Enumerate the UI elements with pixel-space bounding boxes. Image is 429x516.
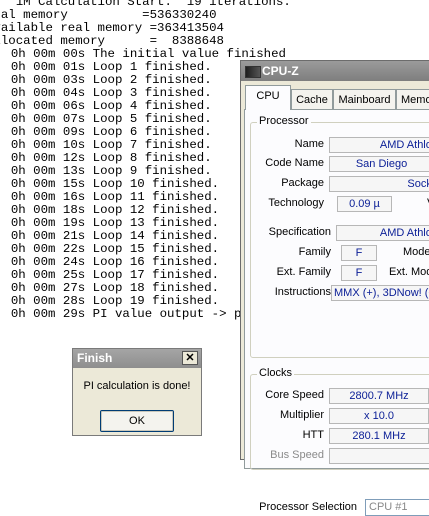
instructions-label: Instructions	[274, 286, 331, 298]
core-speed-field: 2800.7 MHz	[329, 388, 429, 404]
core-speed-label: Core Speed	[265, 389, 324, 401]
cpuz-window: CPU-Z CPU Cache Mainboard Memory Process…	[240, 60, 429, 516]
close-icon[interactable]: ✕	[182, 351, 198, 365]
model-label: Mode	[403, 246, 429, 258]
finish-message: PI calculation is done!	[83, 380, 191, 392]
htt-field: 280.1 MHz	[329, 428, 429, 444]
processor-selection-label: Processor Selection	[259, 501, 357, 513]
tab-memory[interactable]: Memory	[396, 89, 429, 109]
package-field: Socke	[329, 176, 429, 192]
family-label: Family	[298, 246, 331, 258]
cpuz-window-title: CPU-Z	[262, 64, 299, 78]
cpuz-tab-bar: CPU Cache Mainboard Memory	[245, 85, 429, 110]
processor-group: Processor Name AMD Athlon Code Name San …	[250, 115, 429, 358]
specification-label: Specification	[268, 226, 331, 238]
name-label: Name	[294, 138, 324, 150]
code-name-label: Code Name	[265, 157, 324, 169]
bus-speed-field	[329, 448, 429, 464]
instructions-field: MMX (+), 3DNow! (+	[331, 285, 429, 301]
code-name-field: San Diego	[329, 156, 429, 172]
finish-dialog-title: Finish	[77, 351, 113, 365]
htt-label: HTT	[302, 429, 324, 441]
family-field: F	[341, 245, 377, 261]
ext-family-field: F	[341, 265, 377, 281]
cpuz-logo-icon	[245, 66, 261, 78]
ok-button[interactable]: OK	[100, 410, 174, 432]
technology-field: 0.09 µ	[337, 196, 392, 212]
clocks-group-label: Clocks	[257, 367, 295, 379]
ext-family-label: Ext. Family	[276, 266, 331, 278]
processor-selection-dropdown[interactable]: CPU #1	[365, 499, 429, 516]
specification-field: AMD Athlon	[336, 225, 429, 241]
tab-mainboard[interactable]: Mainboard	[333, 89, 396, 109]
finish-dialog: Finish ✕ PI calculation is done! OK	[72, 348, 202, 436]
bus-speed-label: Bus Speed	[270, 449, 324, 461]
processor-group-label: Processor	[257, 115, 311, 127]
tab-cpu[interactable]: CPU	[245, 85, 291, 110]
cpuz-titlebar[interactable]: CPU-Z	[241, 61, 429, 81]
multiplier-label: Multiplier	[279, 409, 324, 421]
ext-model-label: Ext. Mod	[389, 266, 429, 278]
finish-titlebar[interactable]: Finish ✕	[73, 349, 201, 368]
name-field: AMD Athlon	[329, 137, 429, 153]
cpu-tab-panel: Processor Name AMD Athlon Code Name San …	[244, 109, 429, 516]
tab-cache[interactable]: Cache	[291, 89, 333, 109]
package-label: Package	[281, 177, 324, 189]
technology-label: Technology	[268, 197, 324, 209]
multiplier-field: x 10.0	[329, 408, 429, 424]
